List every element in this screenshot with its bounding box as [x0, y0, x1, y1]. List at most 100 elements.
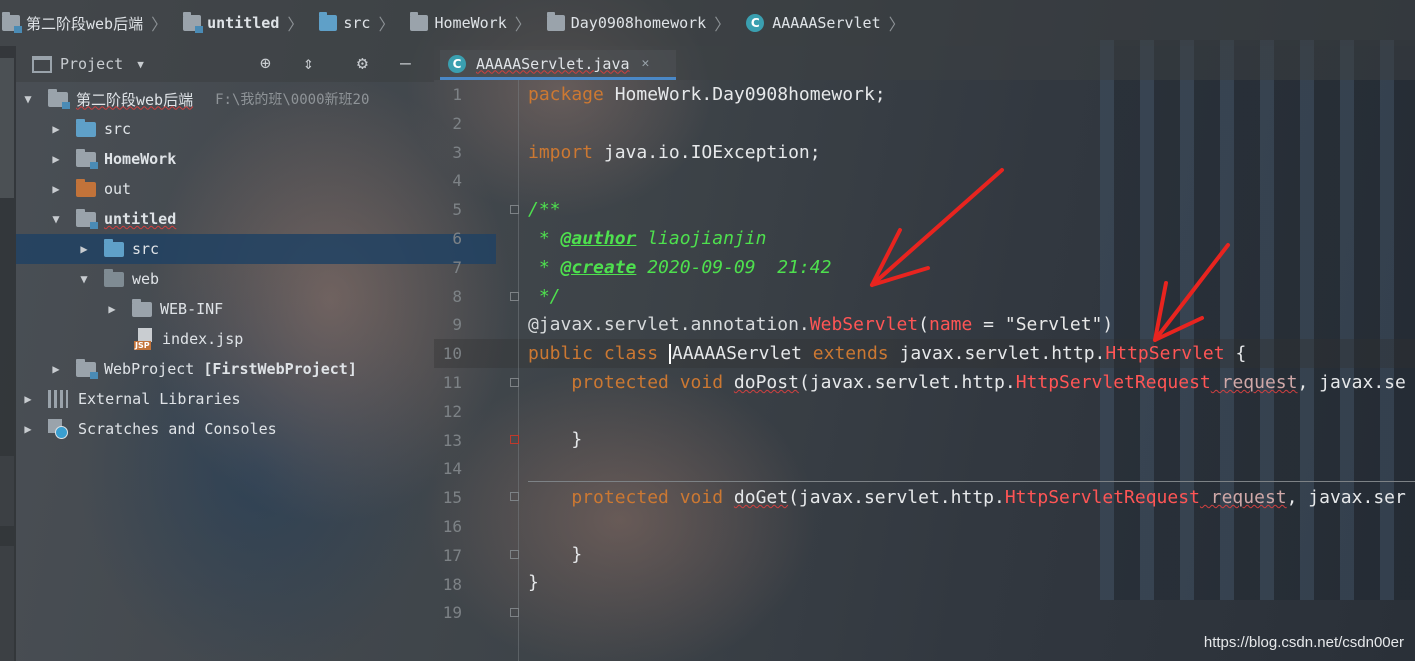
collapsed-arrow-icon[interactable]: ▶ — [50, 152, 62, 166]
code-line-18: } — [528, 569, 539, 597]
web-folder-icon — [104, 268, 124, 287]
code-editor[interactable]: package HomeWork.Day0908homework; import… — [518, 80, 1415, 661]
module-icon — [183, 12, 204, 33]
tree-item[interactable]: ▶ External Libraries — [16, 384, 440, 414]
breadcrumb-item-project[interactable]: 第二阶段web后端 〉 — [0, 0, 181, 46]
library-icon — [48, 390, 68, 408]
token-text: { — [1224, 343, 1247, 364]
breadcrumb-label: untitled — [207, 14, 280, 32]
tree-item-label: out — [104, 180, 132, 198]
tree-item-label: src — [104, 120, 132, 138]
token-unresolved: HttpServletRequest — [1015, 372, 1211, 393]
token-doc-comment: 2020-09-09 21:42 — [636, 257, 832, 278]
tree-item-label: WEB-INF — [160, 300, 224, 318]
close-icon[interactable]: ✕ — [642, 56, 650, 71]
project-view-title[interactable]: Project — [60, 55, 123, 73]
source-folder-icon — [76, 118, 96, 137]
breadcrumb-item-day0908homework[interactable]: Day0908homework 〉 — [545, 0, 744, 46]
tree-item[interactable]: ▼ 第二阶段web后端 F:\我的班\0000新班20 — [16, 84, 440, 114]
project-tool-tab[interactable] — [0, 58, 14, 198]
line-number: 3 — [452, 142, 462, 162]
collapse-all-icon[interactable]: ⇕ — [303, 54, 314, 74]
collapsed-arrow-icon[interactable]: ▶ — [78, 242, 90, 256]
tree-item[interactable]: ▼ untitled — [16, 204, 468, 234]
left-tool-stripe — [0, 46, 16, 661]
expanded-arrow-icon[interactable]: ▼ — [78, 272, 90, 286]
editor-tab-active[interactable]: C AAAAAServlet.java ✕ — [440, 50, 676, 80]
chevron-right-icon: 〉 — [287, 15, 304, 34]
locate-icon[interactable]: ⊕ — [260, 54, 271, 74]
jsp-file-icon: JSP — [134, 328, 154, 350]
tree-item[interactable]: ▼ web — [16, 264, 496, 294]
web-tool-tab[interactable] — [0, 456, 14, 526]
tree-item-label: index.jsp — [162, 330, 244, 348]
breadcrumb-item-untitled[interactable]: untitled 〉 — [181, 0, 317, 46]
token-method-name: doGet — [733, 487, 789, 508]
breadcrumb-item-src[interactable]: src 〉 — [317, 0, 408, 46]
tree-item[interactable]: ▶ out — [16, 174, 468, 204]
expanded-arrow-icon[interactable]: ▼ — [50, 212, 62, 226]
structure-tool-tab[interactable] — [0, 546, 14, 661]
tree-item-label: src — [132, 240, 160, 258]
breadcrumb-item-homework[interactable]: HomeWork 〉 — [408, 0, 544, 46]
chevron-right-icon: 〉 — [514, 15, 531, 34]
collapsed-arrow-icon[interactable]: ▶ — [50, 122, 62, 136]
token-text: javax.servlet.http. — [888, 343, 1106, 364]
line-number: 18 — [442, 574, 462, 594]
code-line-1: package HomeWork.Day0908homework; — [528, 81, 886, 109]
code-line-7: * @create 2020-09-09 21:42 — [528, 254, 832, 282]
hide-icon[interactable]: — — [400, 54, 411, 74]
collapsed-arrow-icon[interactable]: ▶ — [22, 392, 34, 406]
breadcrumb-label: 第二阶段web后端 — [26, 14, 144, 33]
module-folder-icon — [48, 88, 70, 109]
class-icon: C — [448, 54, 466, 73]
code-line-15: protected void doGet(javax.servlet.http.… — [528, 484, 1406, 512]
token-unresolved: name — [928, 314, 973, 335]
code-line-10: public class AAAAAServlet extends javax.… — [528, 340, 1246, 368]
tree-item[interactable]: ▶ src — [16, 114, 468, 144]
source-folder-icon — [319, 12, 338, 31]
tree-item-label: Scratches and Consoles — [78, 420, 277, 438]
project-window-icon — [32, 55, 52, 73]
token-keyword: extends — [812, 343, 889, 364]
scratches-icon — [48, 419, 68, 439]
tree-item[interactable]: ▶ HomeWork — [16, 144, 468, 174]
expanded-arrow-icon[interactable]: ▼ — [22, 92, 34, 106]
token-text: } — [528, 572, 539, 593]
module-folder-icon — [76, 208, 98, 229]
breadcrumb-label: Day0908homework — [570, 14, 707, 32]
line-number: 10 — [442, 344, 462, 364]
tree-item[interactable]: ▶ WebProject [FirstWebProject] — [16, 354, 468, 384]
code-line-17: } — [528, 541, 582, 569]
class-icon: C — [746, 14, 765, 32]
token-keyword: protected void — [528, 487, 734, 508]
package-icon — [410, 12, 429, 31]
collapsed-arrow-icon[interactable]: ▶ — [22, 422, 34, 436]
token-keyword: public class — [528, 343, 669, 364]
line-number: 7 — [452, 257, 462, 277]
tree-item-path: F:\我的班\0000新班20 — [215, 92, 370, 108]
collapsed-arrow-icon[interactable]: ▶ — [50, 362, 62, 376]
tree-item[interactable]: ▶ Scratches and Consoles — [16, 414, 440, 444]
breadcrumb-item-class[interactable]: C AAAAAServlet 〉 — [744, 0, 918, 46]
token-annotation: @javax.servlet.annotation. — [528, 314, 810, 335]
line-number: 4 — [452, 171, 462, 191]
breadcrumb-label: HomeWork — [434, 14, 507, 32]
chevron-right-icon: 〉 — [151, 15, 168, 34]
code-line-5: /** — [528, 196, 561, 224]
token-doc-comment: * — [528, 257, 561, 278]
chevron-down-icon[interactable]: ▼ — [137, 58, 144, 71]
token-doc-comment: /** — [528, 199, 561, 220]
token-keyword: protected void — [528, 372, 734, 393]
collapsed-arrow-icon[interactable]: ▶ — [106, 302, 118, 316]
token-text: ( — [918, 314, 929, 335]
token-text: = — [972, 314, 1005, 335]
token-text: } — [528, 429, 583, 450]
tree-item-selected[interactable]: ▶ src — [16, 234, 496, 264]
module-folder-icon — [76, 148, 98, 169]
editor-gutter: 1 2 3 4 5 6 7 8 9 10 11 12 13 14 15 16 17 18 19 — [434, 80, 519, 661]
code-line-11: protected void doPost(javax.servlet.http… — [528, 369, 1406, 397]
gear-icon[interactable]: ⚙ — [357, 54, 368, 74]
collapsed-arrow-icon[interactable]: ▶ — [50, 182, 62, 196]
line-number: 13 — [442, 430, 462, 450]
